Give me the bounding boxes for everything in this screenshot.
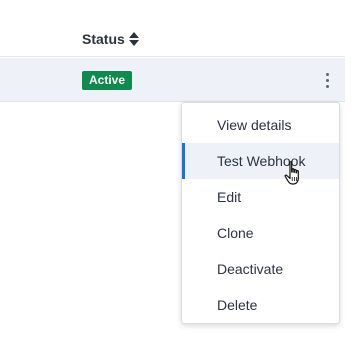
sort-up-down-icon <box>128 32 139 46</box>
menu-item-view-details[interactable]: View details <box>182 107 339 143</box>
menu-item-clone[interactable]: Clone <box>182 215 339 251</box>
status-column-header[interactable]: Status <box>82 31 139 47</box>
menu-item-edit[interactable]: Edit <box>182 179 339 215</box>
menu-item-test-webhook[interactable]: Test Webhook <box>182 143 339 179</box>
row-actions-menu: View details Test Webhook Edit Clone Dea… <box>181 102 340 324</box>
menu-item-delete[interactable]: Delete <box>182 287 339 323</box>
table-header-row: Status <box>0 20 345 57</box>
status-badge: Active <box>82 71 133 90</box>
status-header-label: Status <box>82 31 125 47</box>
table-row: Active <box>0 58 345 102</box>
row-actions-kebab-icon[interactable] <box>318 68 336 92</box>
webhooks-table-view: Status Active View details Test Webhook … <box>0 0 361 350</box>
menu-item-deactivate[interactable]: Deactivate <box>182 251 339 287</box>
